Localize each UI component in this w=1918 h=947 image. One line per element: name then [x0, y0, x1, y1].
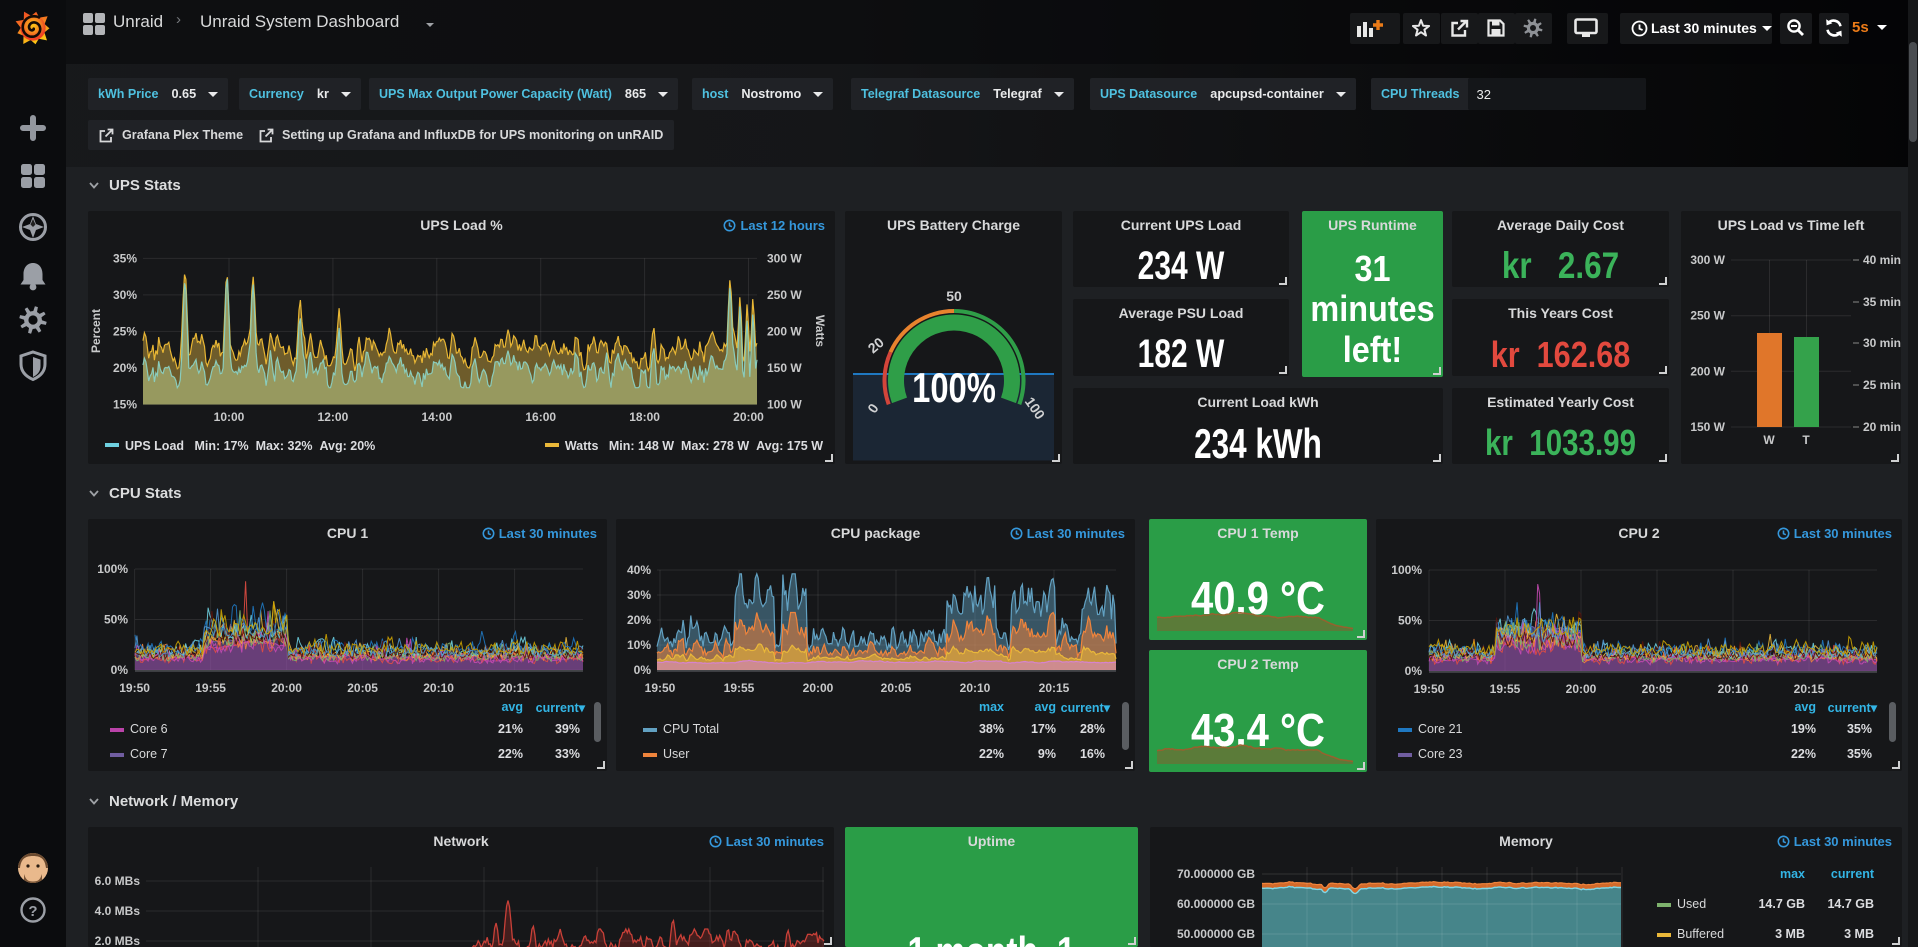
svg-text:20:05: 20:05: [881, 681, 912, 695]
svg-text:6.0 MBs: 6.0 MBs: [95, 874, 141, 888]
svg-text:25 min: 25 min: [1863, 378, 1901, 392]
svg-text:20:00: 20:00: [803, 681, 834, 695]
svg-text:20:15: 20:15: [499, 681, 530, 695]
svg-text:100%: 100%: [97, 562, 128, 576]
svg-text:30%: 30%: [627, 588, 651, 602]
svg-text:50: 50: [946, 288, 962, 304]
svg-text:150 W: 150 W: [1690, 420, 1725, 434]
svg-text:300 W: 300 W: [1690, 253, 1725, 267]
svg-text:?: ?: [28, 903, 37, 920]
svg-text:20:00: 20:00: [733, 410, 764, 424]
svg-text:20:10: 20:10: [1718, 682, 1749, 696]
svg-text:30%: 30%: [113, 288, 137, 302]
svg-text:0%: 0%: [634, 663, 652, 677]
svg-text:Watts: Watts: [813, 315, 827, 348]
svg-text:20:00: 20:00: [271, 681, 302, 695]
svg-text:Percent: Percent: [89, 309, 103, 353]
svg-text:150 W: 150 W: [767, 361, 802, 375]
svg-text:25%: 25%: [113, 324, 137, 338]
svg-text:20%: 20%: [627, 613, 651, 627]
svg-text:T: T: [1802, 433, 1810, 447]
svg-text:20 min: 20 min: [1863, 420, 1901, 434]
svg-text:50%: 50%: [104, 613, 128, 627]
svg-text:0%: 0%: [111, 663, 129, 677]
svg-text:200 W: 200 W: [767, 324, 802, 338]
svg-text:16:00: 16:00: [525, 410, 556, 424]
svg-text:20:15: 20:15: [1794, 682, 1825, 696]
svg-text:20:15: 20:15: [1039, 681, 1070, 695]
svg-text:200 W: 200 W: [1690, 364, 1725, 378]
svg-text:20%: 20%: [113, 361, 137, 375]
svg-text:250 W: 250 W: [1690, 309, 1725, 323]
svg-text:4.0 MBs: 4.0 MBs: [95, 904, 141, 918]
svg-text:20:10: 20:10: [960, 681, 991, 695]
svg-text:19:55: 19:55: [724, 681, 755, 695]
svg-text:20: 20: [865, 334, 887, 356]
svg-text:20:00: 20:00: [1566, 682, 1597, 696]
svg-text:60.000000 GB: 60.000000 GB: [1177, 897, 1255, 911]
svg-text:19:50: 19:50: [645, 681, 676, 695]
svg-text:15%: 15%: [113, 397, 137, 411]
svg-text:2.0 MBs: 2.0 MBs: [95, 934, 141, 947]
svg-text:35 min: 35 min: [1863, 295, 1901, 309]
svg-text:14:00: 14:00: [421, 410, 452, 424]
svg-text:300 W: 300 W: [767, 251, 802, 265]
svg-text:19:55: 19:55: [1490, 682, 1521, 696]
svg-text:100%: 100%: [1391, 563, 1422, 577]
svg-text:20:10: 20:10: [423, 681, 454, 695]
svg-text:W: W: [1763, 433, 1775, 447]
svg-text:20:05: 20:05: [1642, 682, 1673, 696]
svg-text:100%: 100%: [912, 364, 996, 411]
svg-text:100 W: 100 W: [767, 397, 802, 411]
svg-text:40 min: 40 min: [1863, 253, 1901, 267]
svg-text:18:00: 18:00: [629, 410, 660, 424]
svg-text:35%: 35%: [113, 251, 137, 265]
svg-text:20:05: 20:05: [347, 681, 378, 695]
svg-text:19:50: 19:50: [119, 681, 150, 695]
svg-text:10%: 10%: [627, 638, 651, 652]
svg-text:19:55: 19:55: [195, 681, 226, 695]
svg-text:250 W: 250 W: [767, 288, 802, 302]
svg-text:70.000000 GB: 70.000000 GB: [1177, 867, 1255, 881]
svg-text:50.000000 GB: 50.000000 GB: [1177, 927, 1255, 941]
svg-text:30 min: 30 min: [1863, 336, 1901, 350]
svg-text:50%: 50%: [1398, 614, 1422, 628]
svg-text:12:00: 12:00: [318, 410, 349, 424]
svg-text:19:50: 19:50: [1414, 682, 1445, 696]
svg-text:10:00: 10:00: [214, 410, 245, 424]
svg-text:40%: 40%: [627, 563, 651, 577]
svg-text:0%: 0%: [1405, 664, 1423, 678]
